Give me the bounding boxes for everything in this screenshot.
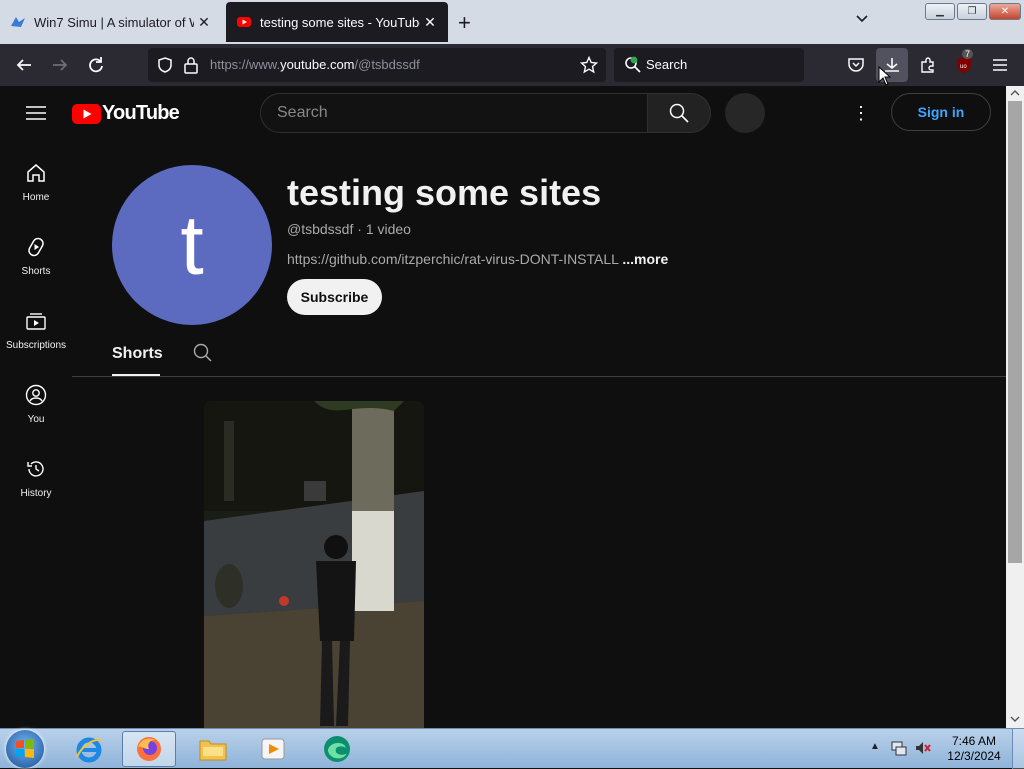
lock-icon[interactable] <box>183 56 199 74</box>
svg-text:uo: uo <box>960 64 967 70</box>
win7-simu-favicon-icon <box>11 17 25 27</box>
sidebar-label: Shorts <box>21 266 51 277</box>
sidebar-item-subscriptions[interactable]: Subscriptions <box>0 310 72 351</box>
description-text: https://github.com/itzperchic/rat-virus-… <box>287 251 619 267</box>
clock-date: 12/3/2024 <box>947 749 1001 763</box>
taskbar-media-player[interactable] <box>246 731 300 767</box>
forward-icon[interactable] <box>48 53 72 77</box>
youtube-search-input[interactable]: Search <box>260 93 648 133</box>
taskbar-edge[interactable] <box>310 731 364 767</box>
tracking-shield-icon[interactable] <box>156 56 174 74</box>
sidebar-label: Subscriptions <box>5 340 67 351</box>
channel-description[interactable]: https://github.com/itzperchic/rat-virus-… <box>287 251 668 267</box>
scroll-up-icon[interactable] <box>1010 88 1020 98</box>
windows-logo-icon <box>16 739 34 758</box>
browser-search-bar[interactable]: Search <box>614 48 804 82</box>
browser-tab-strip: Win7 Simu | A simulator of Win ✕ testing… <box>0 0 1024 44</box>
scroll-down-icon[interactable] <box>1010 714 1020 724</box>
sidebar-item-shorts[interactable]: Shorts <box>0 236 72 277</box>
back-icon[interactable] <box>12 53 36 77</box>
subscriptions-icon <box>26 313 46 330</box>
tab-win7-simu[interactable]: Win7 Simu | A simulator of Win ✕ <box>0 2 222 42</box>
user-circle-icon <box>25 384 47 406</box>
tabs-divider <box>72 376 1006 377</box>
taskbar-explorer[interactable] <box>186 731 240 767</box>
short-thumbnail[interactable] <box>204 401 424 728</box>
video-count: 1 video <box>365 221 411 237</box>
extensions-icon[interactable] <box>916 53 940 77</box>
browser-search-placeholder: Search <box>646 57 688 72</box>
start-button[interactable] <box>6 730 44 768</box>
youtube-logo-icon[interactable] <box>72 104 102 124</box>
youtube-logo-text[interactable]: YouTube <box>102 102 180 125</box>
ublock-badge: 7 <box>962 49 974 59</box>
scrollbar-thumb[interactable] <box>1008 101 1022 563</box>
chevron-down-icon[interactable] <box>854 10 870 26</box>
close-window-button[interactable]: ✕ <box>989 3 1021 20</box>
sidebar-item-you[interactable]: You <box>0 384 72 425</box>
url-bar[interactable]: https://www.youtube.com/@tsbdssdf <box>148 48 606 82</box>
sidebar-item-home[interactable]: Home <box>0 162 72 203</box>
system-clock[interactable]: 7:46 AM 12/3/2024 <box>940 734 1008 764</box>
sign-in-button[interactable]: Sign in <box>891 93 991 131</box>
mouse-cursor-icon <box>878 66 892 86</box>
tab-title: testing some sites - YouTube <box>260 14 420 30</box>
show-hidden-icons-icon[interactable]: ▲ <box>870 741 880 752</box>
pocket-icon[interactable] <box>844 53 868 77</box>
taskbar-firefox[interactable] <box>122 731 176 767</box>
tab-youtube[interactable]: testing some sites - YouTube ✕ <box>226 2 448 42</box>
firefox-icon <box>137 737 161 761</box>
short-thumbnail-image <box>204 401 424 728</box>
taskbar-internet-explorer[interactable] <box>62 731 116 767</box>
youtube-page: YouTube Search ⋮ Sign in Home Shorts Sub… <box>0 86 1006 728</box>
avatar-letter: t <box>180 197 204 292</box>
tab-shorts[interactable]: Shorts <box>112 345 163 363</box>
sidebar-label: Home <box>22 192 50 203</box>
bookmark-star-icon[interactable] <box>580 56 598 74</box>
show-desktop-button[interactable] <box>1012 729 1024 769</box>
url-text: https://www.youtube.com/@tsbdssdf <box>210 57 420 72</box>
network-icon[interactable] <box>890 739 908 757</box>
media-player-icon <box>261 738 285 760</box>
maximize-button[interactable]: ❐ <box>957 3 987 20</box>
volume-muted-icon[interactable] <box>914 739 932 757</box>
close-tab-icon[interactable]: ✕ <box>420 14 440 31</box>
subscribe-button[interactable]: Subscribe <box>287 279 382 315</box>
voice-search-button[interactable] <box>725 93 765 133</box>
shorts-icon <box>28 237 44 257</box>
sidebar-label: You <box>27 414 45 425</box>
app-menu-icon[interactable] <box>988 53 1012 77</box>
folder-icon <box>199 740 227 761</box>
youtube-search-placeholder: Search <box>277 104 328 121</box>
channel-meta: @tsbdssdf · 1 video <box>287 221 411 237</box>
history-icon <box>27 461 44 477</box>
new-tab-icon[interactable]: + <box>458 10 471 36</box>
search-icon <box>669 103 689 123</box>
minimize-button[interactable]: ▁ <box>925 3 955 20</box>
youtube-favicon-icon <box>237 17 251 27</box>
windows-taskbar: ▲ 7:46 AM 12/3/2024 <box>0 728 1024 769</box>
internet-explorer-icon <box>76 737 102 763</box>
reload-icon[interactable] <box>84 53 108 77</box>
more-options-icon[interactable]: ⋮ <box>852 103 870 124</box>
channel-handle: @tsbdssdf <box>287 221 354 237</box>
channel-search-icon[interactable] <box>193 343 213 363</box>
close-tab-icon[interactable]: ✕ <box>194 14 214 31</box>
sign-in-label: Sign in <box>917 104 965 120</box>
home-icon <box>27 164 45 182</box>
tab-title: Win7 Simu | A simulator of Win <box>34 14 194 30</box>
channel-avatar: t <box>112 165 272 325</box>
youtube-search-button[interactable] <box>647 93 711 133</box>
edge-icon <box>324 736 350 762</box>
clock-time: 7:46 AM <box>951 734 997 748</box>
channel-name: testing some sites <box>287 172 602 213</box>
more-link[interactable]: ...more <box>622 251 668 267</box>
hamburger-menu-icon[interactable] <box>26 105 46 121</box>
search-engine-icon[interactable] <box>624 56 642 74</box>
browser-toolbar: https://www.youtube.com/@tsbdssdf Search… <box>0 44 1024 86</box>
meta-separator: · <box>357 221 366 237</box>
sidebar-label: History <box>20 488 52 499</box>
sidebar-item-history[interactable]: History <box>0 458 72 499</box>
